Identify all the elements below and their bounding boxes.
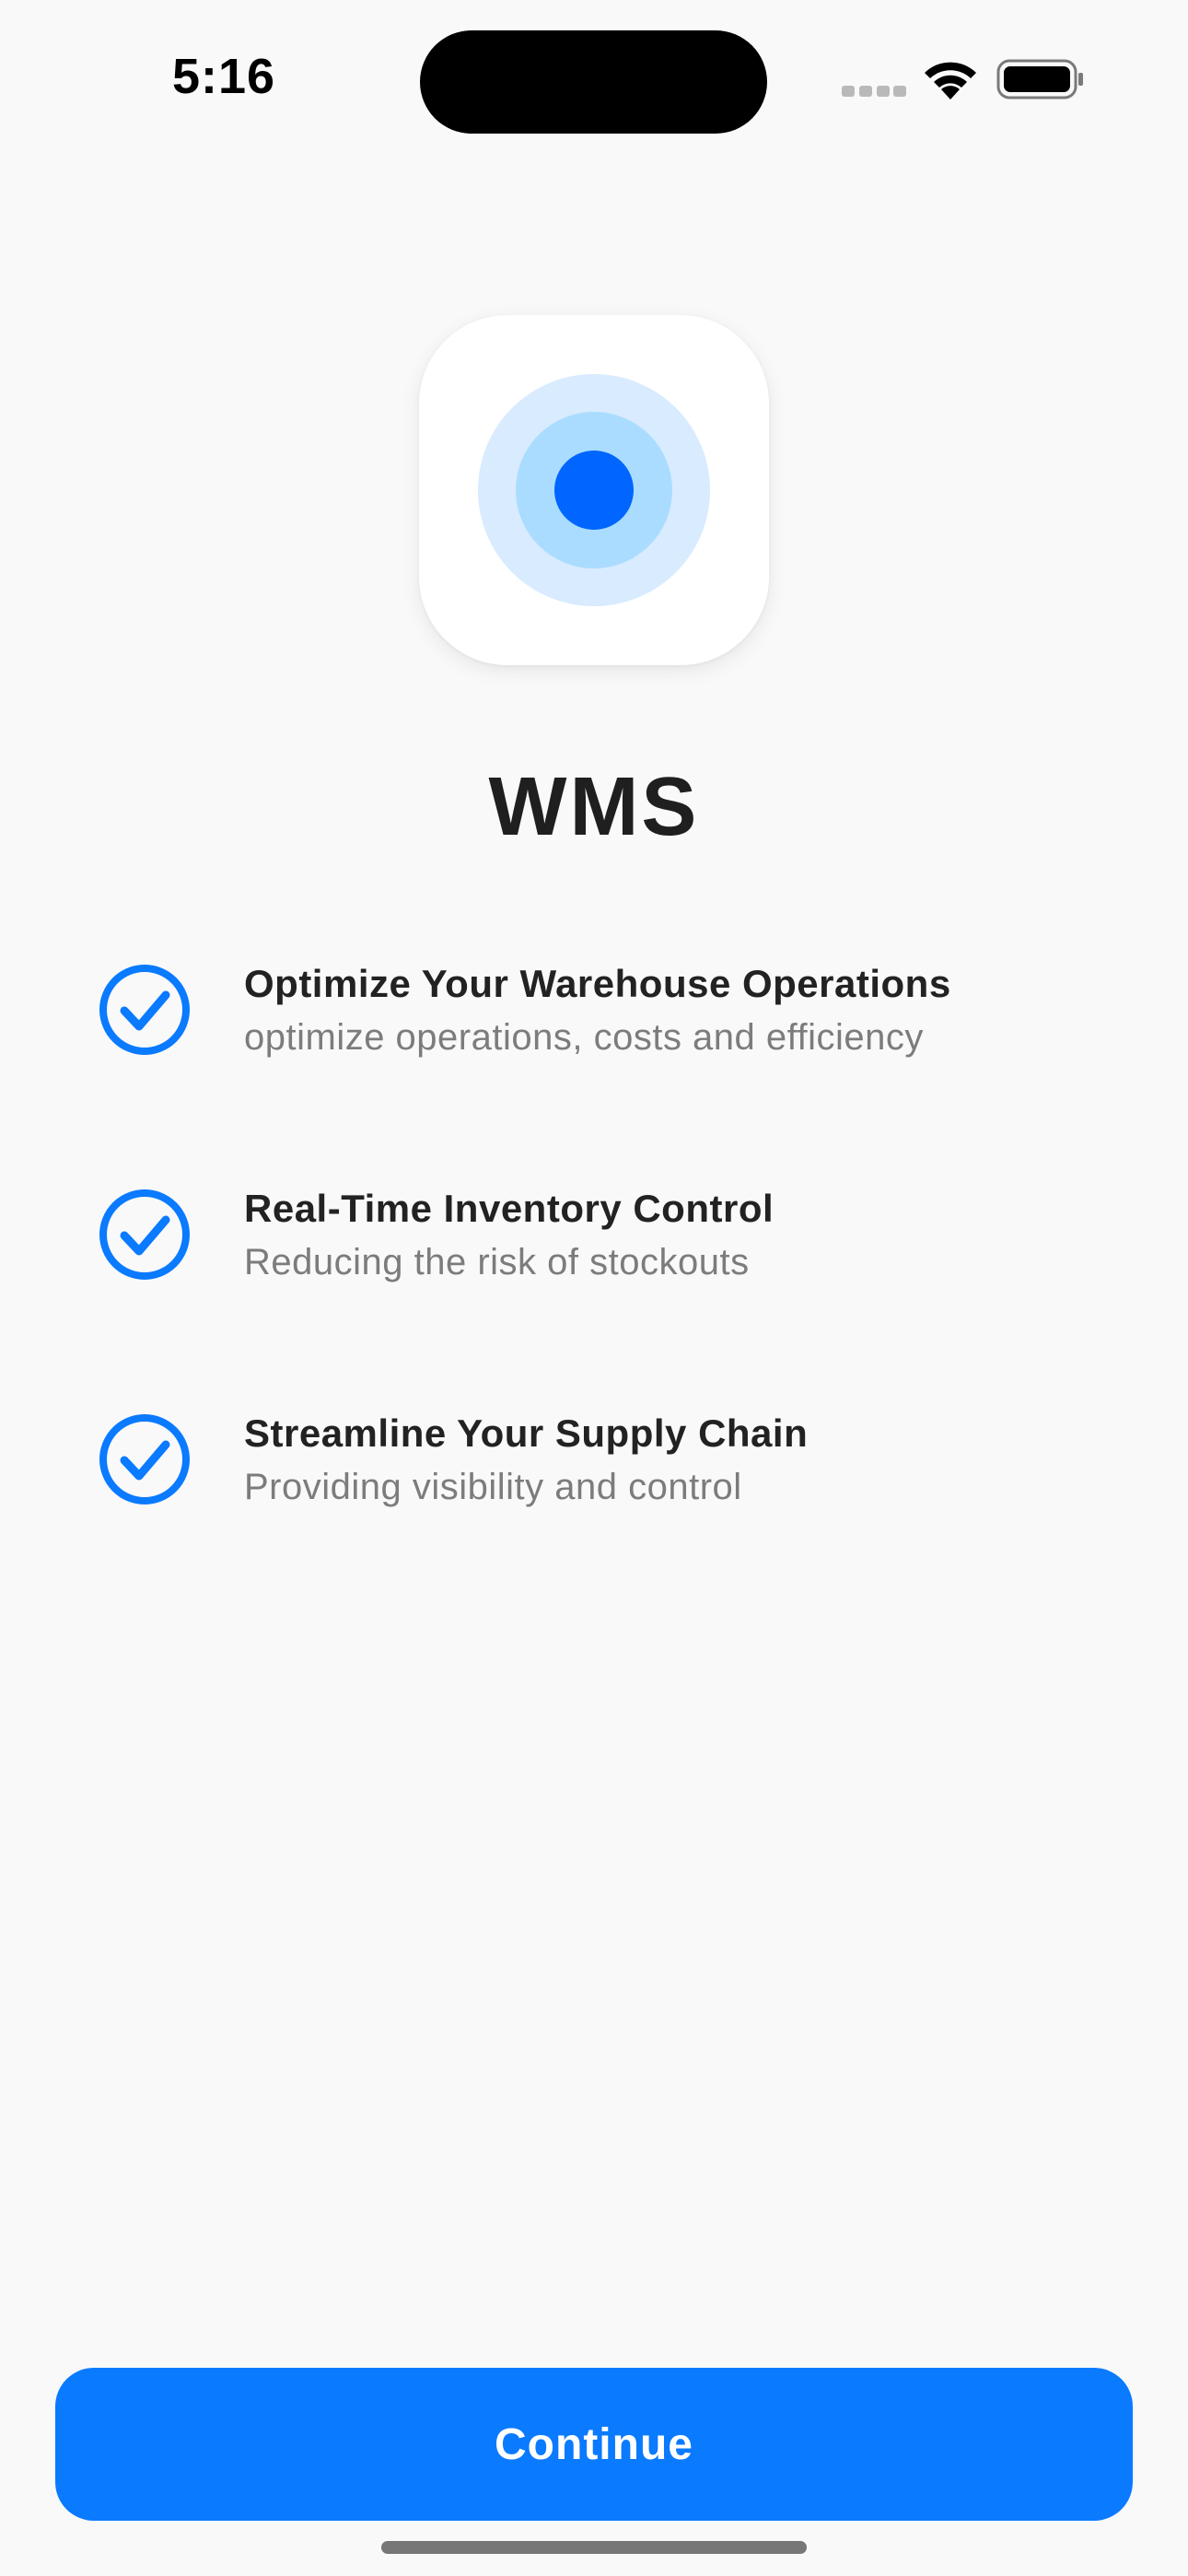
battery-icon <box>996 59 1083 100</box>
feature-title: Streamline Your Supply Chain <box>244 1411 809 1455</box>
feature-item: Real-Time Inventory Control Reducing the… <box>97 1187 1110 1316</box>
checkmark-circle-icon <box>99 1189 190 1280</box>
feature-item: Streamline Your Supply Chain Providing v… <box>97 1411 1110 1540</box>
feature-title: Real-Time Inventory Control <box>244 1187 775 1230</box>
feature-title: Optimize Your Warehouse Operations <box>244 962 951 1005</box>
checkmark-circle-icon <box>99 1414 190 1505</box>
checkmark-circle-icon <box>99 965 190 1055</box>
feature-item: Optimize Your Warehouse Operations optim… <box>97 962 1110 1091</box>
home-indicator[interactable] <box>381 2541 807 2554</box>
feature-subtitle: Providing visibility and control <box>244 1467 742 1507</box>
cellular-signal-icon <box>842 86 906 99</box>
target-rings-icon <box>478 374 710 606</box>
dynamic-island <box>420 30 767 134</box>
app-title: WMS <box>488 761 700 853</box>
status-bar: 5:16 <box>0 0 1188 157</box>
feature-subtitle: Reducing the risk of stockouts <box>244 1242 750 1282</box>
feature-subtitle: optimize operations, costs and efficienc… <box>244 1017 924 1058</box>
app-icon <box>419 315 769 665</box>
continue-button[interactable]: Continue <box>55 2368 1133 2521</box>
wifi-icon <box>925 62 976 100</box>
status-time: 5:16 <box>172 49 276 104</box>
